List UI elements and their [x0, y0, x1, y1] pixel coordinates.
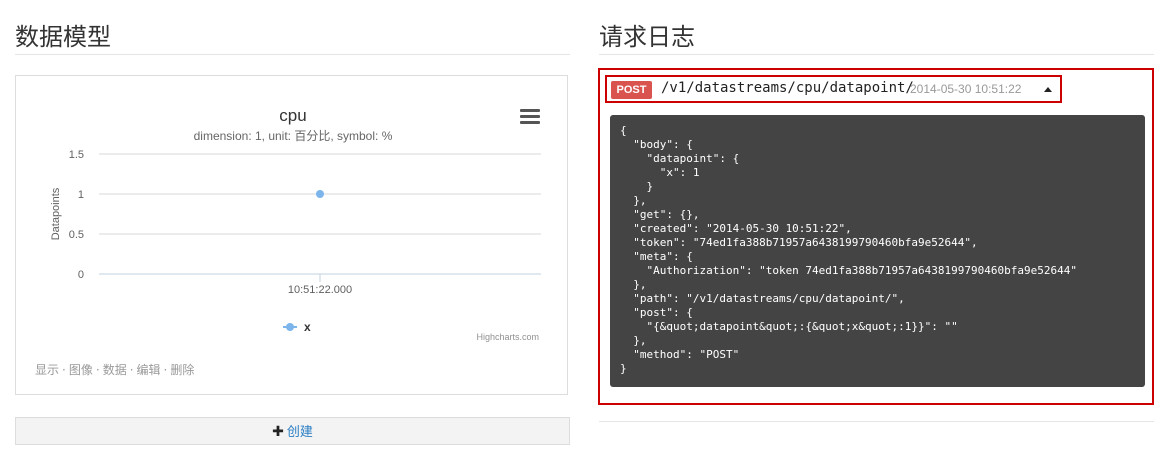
chart-grid: [99, 153, 541, 275]
action-show[interactable]: 显示: [35, 363, 59, 377]
chart-canvas: cpu dimension: 1, unit: 百分比, symbol: % 0…: [50, 106, 541, 342]
action-edit[interactable]: 编辑: [137, 363, 161, 377]
separator: ·: [95, 363, 100, 377]
action-delete[interactable]: 删除: [170, 363, 194, 377]
plus-icon: ✚: [272, 423, 284, 439]
chart-card: cpu dimension: 1, unit: 百分比, symbol: % 0…: [15, 75, 568, 395]
y-tick-label: 0: [78, 269, 84, 281]
legend-marker: [286, 323, 294, 331]
y-axis-ticks: 0 0.5 1 1.5: [69, 149, 84, 281]
chart-legend-item[interactable]: x: [283, 320, 311, 334]
request-timestamp: 2014-05-30 10:51:22: [910, 82, 1022, 96]
action-image[interactable]: 图像: [69, 363, 93, 377]
create-button[interactable]: ✚ 创建: [15, 417, 570, 445]
x-axis-ticks: 10:51:22.000: [288, 274, 352, 296]
create-button-label: 创建: [286, 425, 313, 440]
chart-subtitle: dimension: 1, unit: 百分比, symbol: %: [194, 129, 393, 143]
chart-credits[interactable]: Highcharts.com: [476, 332, 539, 342]
separator: ·: [129, 363, 134, 377]
divider: [15, 54, 570, 55]
divider: [599, 421, 1154, 422]
y-tick-label: 0.5: [69, 229, 84, 241]
section-title-data-model: 数据模型: [15, 24, 111, 51]
chart-menu-icon[interactable]: [520, 109, 540, 127]
caret-up-icon[interactable]: [1044, 87, 1052, 92]
action-data[interactable]: 数据: [103, 363, 127, 377]
chart-card-actions: 显示 · 图像 · 数据 · 编辑 · 删除: [35, 361, 194, 378]
x-tick-label: 10:51:22.000: [288, 284, 352, 296]
separator: ·: [163, 363, 168, 377]
section-title-request-log: 请求日志: [599, 24, 695, 51]
data-point[interactable]: [316, 190, 324, 198]
y-axis-title: Datapoints: [50, 187, 62, 240]
chart-series: [316, 190, 324, 198]
divider: [599, 54, 1154, 55]
legend-label: x: [304, 320, 311, 334]
separator: ·: [62, 363, 66, 377]
y-tick-label: 1: [78, 189, 84, 201]
chart-title: cpu: [279, 106, 306, 125]
method-badge: POST: [611, 81, 652, 99]
request-body-json: { "body": { "datapoint": { "x": 1 } }, "…: [610, 115, 1145, 387]
y-tick-label: 1.5: [69, 149, 84, 161]
request-path: /v1/datastreams/cpu/datapoint/: [661, 80, 914, 96]
